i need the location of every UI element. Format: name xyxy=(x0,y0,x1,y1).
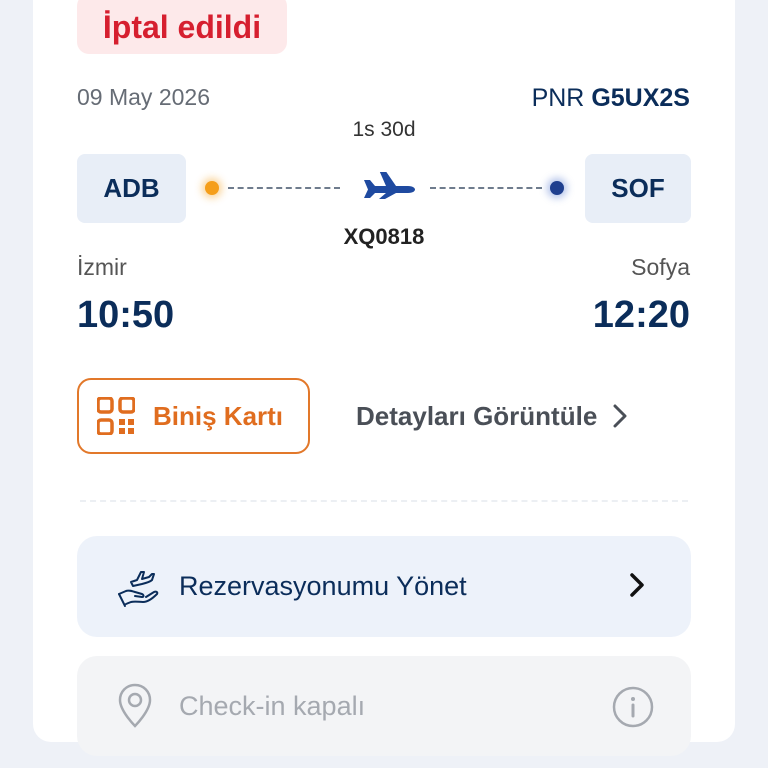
route-dash-right xyxy=(430,187,542,189)
origin-dot xyxy=(205,181,219,195)
chevron-right-icon xyxy=(613,404,627,428)
manage-booking-button[interactable]: Rezervasyonumu Yönet xyxy=(77,536,691,637)
destination-city: Sofya xyxy=(631,254,690,280)
route-line xyxy=(200,168,572,208)
origin-city: İzmir xyxy=(77,254,127,280)
section-divider xyxy=(80,500,688,502)
hand-plane-icon xyxy=(118,570,159,607)
pnr: PNR G5UX2S xyxy=(532,84,690,113)
view-details-link[interactable]: Detayları Görüntüle xyxy=(356,396,627,436)
location-pin-icon xyxy=(118,683,152,728)
pnr-code: G5UX2S xyxy=(591,84,690,112)
info-icon[interactable] xyxy=(611,685,655,729)
pnr-label: PNR xyxy=(531,84,585,112)
manage-booking-label: Rezervasyonumu Yönet xyxy=(179,571,467,601)
destination-dot xyxy=(550,181,564,195)
origin-airport-code: ADB xyxy=(77,154,186,223)
destination-airport-code: SOF xyxy=(585,154,691,223)
route-dash-left xyxy=(228,187,340,189)
arrival-time: 12:20 xyxy=(592,294,690,336)
flight-duration: 1s 30d xyxy=(352,118,416,141)
flight-number: XQ0818 xyxy=(343,224,425,249)
status-badge: İptal edildi xyxy=(77,0,287,54)
chevron-right-icon xyxy=(630,573,644,597)
checkin-status-row: Check-in kapalı xyxy=(77,656,691,756)
flight-date: 09 May 2026 xyxy=(77,84,210,110)
boarding-pass-label: Biniş Kartı xyxy=(153,400,284,431)
boarding-pass-button[interactable]: Biniş Kartı xyxy=(77,378,310,454)
view-details-label: Detayları Görüntüle xyxy=(356,400,598,431)
departure-time: 10:50 xyxy=(77,294,175,336)
airplane-icon xyxy=(364,172,415,199)
qr-code-icon xyxy=(97,397,135,435)
checkin-label: Check-in kapalı xyxy=(179,690,366,721)
